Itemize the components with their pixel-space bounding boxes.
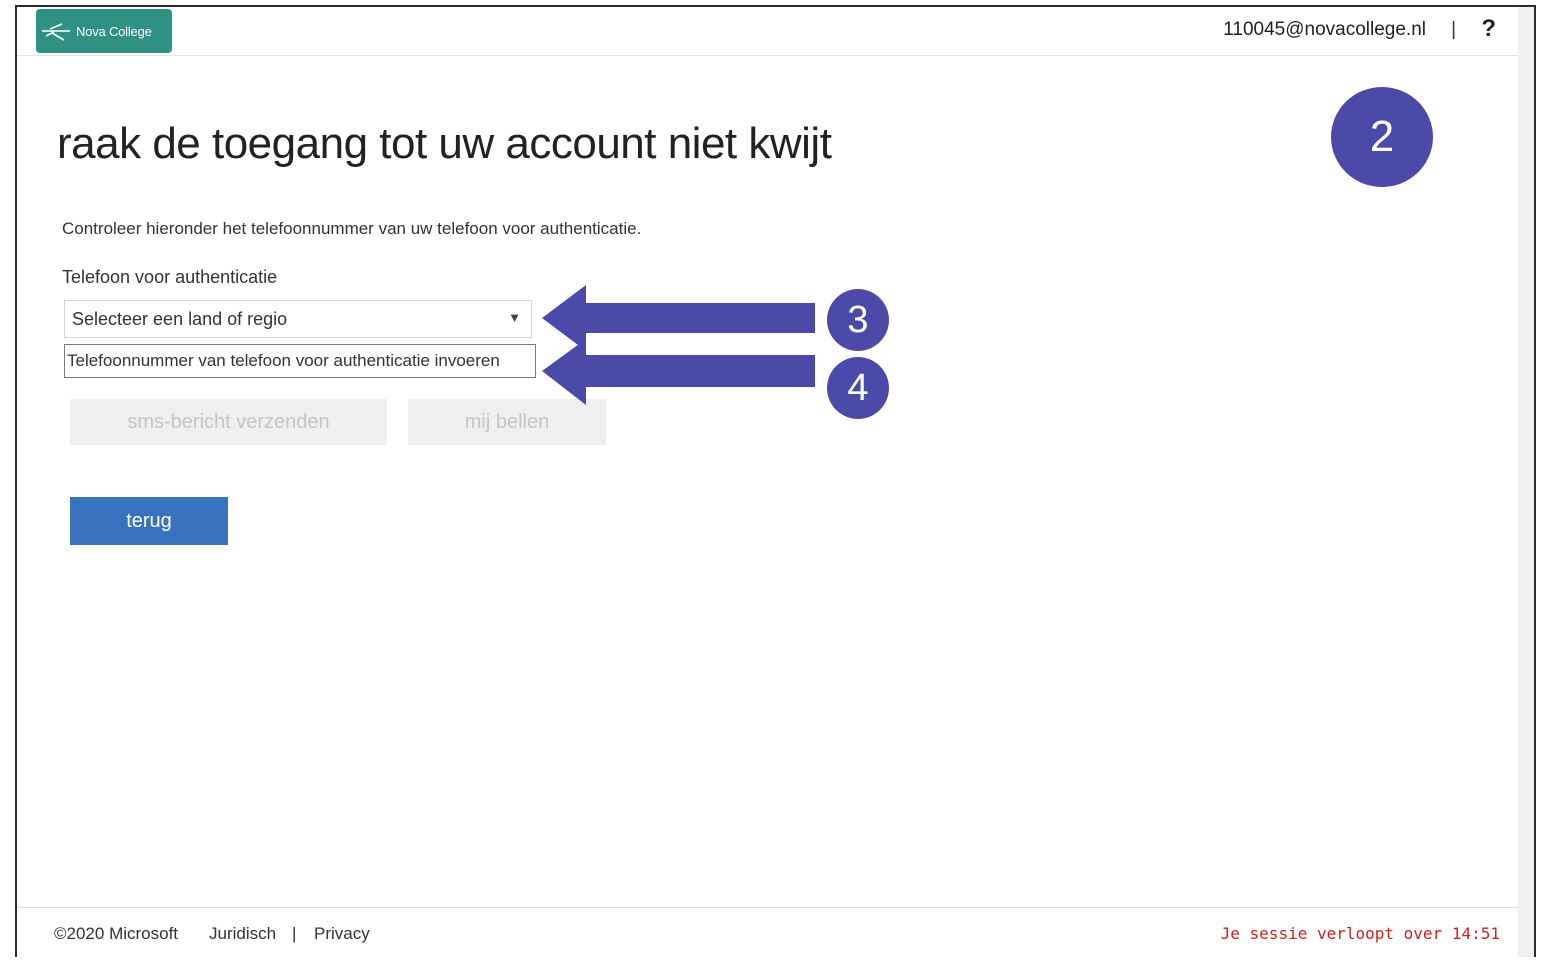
phone-number-input[interactable] bbox=[64, 344, 536, 378]
phone-field-label: Telefoon voor authenticatie bbox=[62, 267, 278, 287]
session-timer: Je sessie verloopt over 14:51 bbox=[1220, 924, 1500, 943]
step-2-badge: 2 bbox=[1331, 87, 1433, 187]
back-button[interactable]: terug bbox=[70, 497, 228, 545]
country-select[interactable]: Selecteer een land of regio ▼ bbox=[64, 300, 532, 338]
country-select-value: Selecteer een land of regio bbox=[72, 308, 288, 329]
logo-text: Nova College bbox=[76, 23, 152, 39]
dropdown-arrow-icon: ▼ bbox=[508, 310, 521, 325]
page-title: raak de toegang tot uw account niet kwij… bbox=[57, 119, 832, 168]
nova-college-logo: Nova College bbox=[36, 9, 172, 53]
swallow-icon bbox=[42, 23, 70, 41]
footer-separator: | bbox=[292, 924, 297, 943]
legal-link[interactable]: Juridisch bbox=[209, 924, 276, 944]
page-footer: ©2020 Microsoft Juridisch | Privacy Je s… bbox=[17, 907, 1518, 960]
scrollbar-gutter[interactable] bbox=[1518, 7, 1534, 957]
step-4-badge: 4 bbox=[827, 357, 889, 419]
send-sms-button[interactable]: sms-bericht verzenden bbox=[70, 399, 387, 445]
help-icon[interactable]: ? bbox=[1481, 15, 1496, 43]
annotation-arrow-4 bbox=[542, 339, 815, 405]
privacy-link[interactable]: Privacy bbox=[314, 924, 370, 944]
header-separator: | bbox=[1451, 19, 1456, 40]
user-email: 110045@novacollege.nl bbox=[1223, 19, 1426, 40]
instruction-text: Controleer hieronder het telefoonnummer … bbox=[62, 219, 642, 238]
browser-frame: Nova College 110045@novacollege.nl | ? r… bbox=[15, 5, 1536, 957]
step-3-badge: 3 bbox=[827, 289, 889, 351]
copyright-text: ©2020 Microsoft bbox=[54, 924, 179, 943]
page-header: Nova College 110045@novacollege.nl | ? bbox=[17, 7, 1518, 56]
